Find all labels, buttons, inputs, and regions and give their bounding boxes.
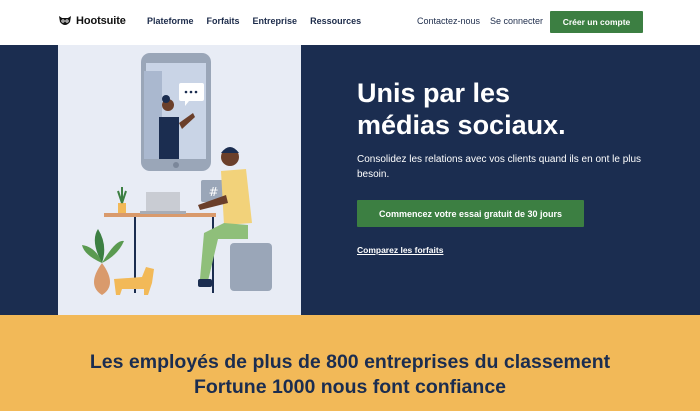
hero-title-line-1: Unis par les [357, 78, 511, 108]
owl-logo-icon [59, 16, 71, 25]
hero-subtitle: Consolidez les relations avec vos client… [357, 154, 642, 180]
nav-item-ressources[interactable]: Ressources [310, 16, 361, 26]
create-account-button[interactable]: Créer un compte [550, 11, 643, 33]
hero-illustration: # [58, 45, 301, 315]
main-nav: Plateforme Forfaits Entreprise Ressource… [147, 16, 361, 26]
nav-item-forfaits[interactable]: Forfaits [207, 16, 240, 26]
hero-illustration-svg: # [82, 53, 272, 295]
login-link[interactable]: Se connecter [490, 16, 543, 26]
hashtag-icon: # [208, 185, 218, 199]
site-header: Hootsuite Plateforme Forfaits Entreprise… [0, 0, 700, 45]
hero-title-line-2: médias sociaux. [357, 110, 566, 140]
trust-banner: Les employés de plus de 800 entreprises … [0, 315, 700, 411]
hero-title: Unis par les médias sociaux. [357, 77, 657, 141]
contact-link[interactable]: Contactez-nous [417, 16, 480, 26]
logo-text: Hootsuite [76, 15, 126, 27]
trust-statement: Les employés de plus de 800 entreprises … [0, 350, 700, 400]
trust-line-1: Les employés de plus de 800 entreprises … [89, 351, 611, 373]
nav-item-entreprise[interactable]: Entreprise [253, 16, 298, 26]
free-trial-button[interactable]: Commencez votre essai gratuit de 30 jour… [357, 200, 584, 227]
hootsuite-logo[interactable]: Hootsuite [58, 14, 126, 28]
compare-plans-link[interactable]: Comparez les forfaits [357, 245, 443, 255]
trust-line-2: Fortune 1000 nous font confiance [193, 376, 507, 398]
nav-item-plateforme[interactable]: Plateforme [147, 16, 194, 26]
